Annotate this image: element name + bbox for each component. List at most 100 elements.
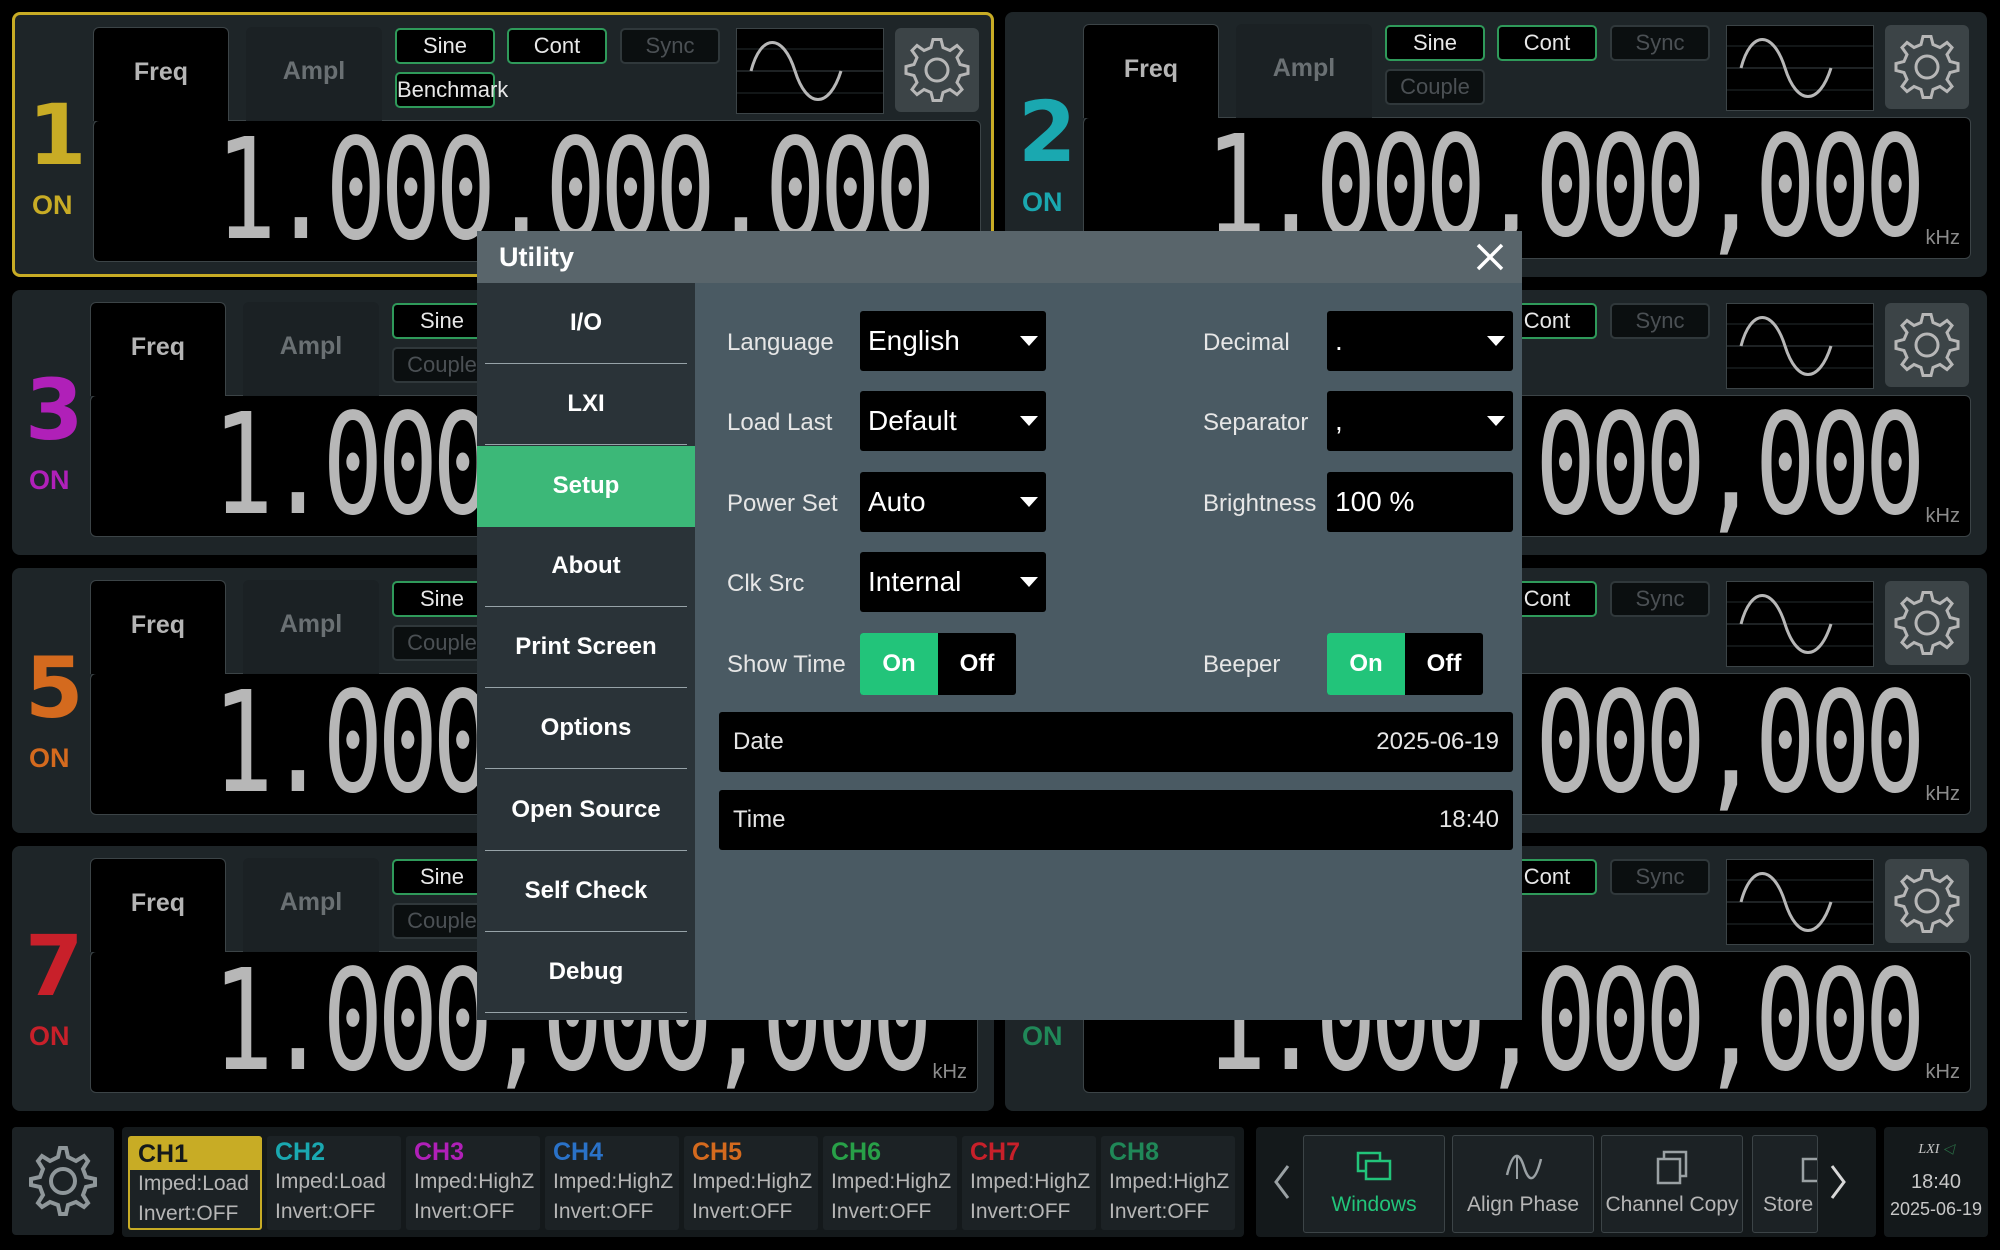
brightness-label: Brightness: [1203, 490, 1317, 517]
language-dropdown[interactable]: English: [860, 311, 1046, 371]
menu-item-self-check[interactable]: Self Check: [485, 851, 687, 932]
channel-status-chip-7[interactable]: CH7 Imped:HighZ Invert:OFF: [962, 1136, 1096, 1230]
align-phase-button[interactable]: Align Phase: [1452, 1135, 1594, 1233]
store-button[interactable]: Store: [1752, 1135, 1818, 1233]
dialog-title: Utility: [499, 242, 575, 272]
channel-status-chip-1[interactable]: CH1 Imped:Load Invert:OFF: [128, 1136, 262, 1230]
wave-type-button[interactable]: Sine: [395, 28, 495, 64]
chip-impedance: Imped:Load: [275, 1170, 386, 1193]
chip-invert: Invert:OFF: [970, 1200, 1071, 1223]
date-field[interactable]: Date 2025-06-19: [719, 712, 1513, 772]
menu-item-about[interactable]: About: [485, 526, 687, 607]
channel-settings-gear-icon[interactable]: [895, 28, 979, 112]
sync-button[interactable]: Sync: [1610, 25, 1710, 61]
windows-button[interactable]: Windows: [1303, 1135, 1445, 1233]
channel-copy-button[interactable]: Channel Copy: [1601, 1135, 1743, 1233]
sine-wave-icon: [1726, 859, 1874, 945]
dropdown-arrow-icon: [1487, 416, 1505, 426]
channel-state[interactable]: ON: [1022, 187, 1063, 218]
tab-freq[interactable]: Freq: [93, 27, 229, 121]
show-time-off[interactable]: Off: [938, 633, 1016, 695]
store-label: Store: [1763, 1193, 1814, 1216]
chip-channel-name: CH3: [414, 1138, 465, 1166]
channel-settings-gear-icon[interactable]: [1885, 303, 1969, 387]
menu-item-debug[interactable]: Debug: [485, 932, 687, 1013]
tab-freq[interactable]: Freq: [90, 302, 226, 396]
windows-label: Windows: [1331, 1193, 1417, 1216]
channel-status-chip-6[interactable]: CH6 Imped:HighZ Invert:OFF: [823, 1136, 957, 1230]
menu-item-lxi[interactable]: LXI: [485, 364, 687, 445]
tab-ampl[interactable]: Ampl: [243, 302, 379, 396]
tab-ampl[interactable]: Ampl: [1236, 24, 1372, 118]
scroll-left-icon[interactable]: [1270, 1160, 1294, 1204]
power-set-dropdown[interactable]: Auto: [860, 472, 1046, 532]
sync-button[interactable]: Sync: [620, 28, 720, 64]
channel-settings-gear-icon[interactable]: [1885, 859, 1969, 943]
chip-invert: Invert:OFF: [414, 1200, 515, 1223]
menu-item-open-source[interactable]: Open Source: [485, 770, 687, 851]
channel-number: 5: [25, 639, 84, 737]
utility-dialog: Utility I/O LXI Setup About Print Screen…: [477, 231, 1522, 1020]
speaker-icon: ◁: [1942, 1142, 1954, 1157]
load-last-dropdown[interactable]: Default: [860, 391, 1046, 451]
channel-settings-gear-icon[interactable]: [1885, 25, 1969, 109]
mode-button[interactable]: Cont: [507, 28, 607, 64]
tab-freq[interactable]: Freq: [90, 858, 226, 952]
channel-number: 1: [28, 86, 87, 184]
beeper-label: Beeper: [1203, 651, 1281, 678]
sync-button[interactable]: Sync: [1610, 859, 1710, 895]
channel-state[interactable]: ON: [29, 743, 70, 774]
chip-invert: Invert:OFF: [831, 1200, 932, 1223]
beeper-off[interactable]: Off: [1405, 633, 1483, 695]
channel-state[interactable]: ON: [32, 190, 73, 221]
menu-item-options[interactable]: Options: [485, 688, 687, 769]
channel-status-chip-8[interactable]: CH8 Imped:HighZ Invert:OFF: [1101, 1136, 1235, 1230]
dropdown-arrow-icon: [1020, 336, 1038, 346]
decimal-dropdown[interactable]: .: [1327, 311, 1513, 371]
channel-settings-gear-icon[interactable]: [1885, 581, 1969, 665]
brightness-value: 100 %: [1335, 486, 1415, 517]
show-time-on[interactable]: On: [860, 633, 938, 695]
dropdown-arrow-icon: [1487, 336, 1505, 346]
brightness-input[interactable]: 100 %: [1327, 472, 1513, 532]
clk-src-dropdown[interactable]: Internal: [860, 552, 1046, 612]
sync-button[interactable]: Sync: [1610, 303, 1710, 339]
chip-invert: Invert:OFF: [1109, 1200, 1210, 1223]
mode-button[interactable]: Cont: [1497, 25, 1597, 61]
close-icon[interactable]: [1472, 239, 1508, 275]
chip-channel-name: CH2: [275, 1138, 326, 1166]
clk-src-label: Clk Src: [727, 570, 805, 597]
channel-copy-label: Channel Copy: [1605, 1193, 1739, 1216]
benchmark-button[interactable]: Benchmark: [395, 72, 508, 108]
separator-dropdown[interactable]: ,: [1327, 391, 1513, 451]
channel-state[interactable]: ON: [1022, 1021, 1063, 1052]
chip-impedance: Imped:HighZ: [831, 1170, 952, 1193]
frequency-unit: kHz: [1925, 227, 1960, 249]
language-value: English: [868, 325, 960, 356]
menu-item-io[interactable]: I/O: [485, 283, 687, 364]
channel-state[interactable]: ON: [29, 465, 70, 496]
channel-status-chip-5[interactable]: CH5 Imped:HighZ Invert:OFF: [684, 1136, 818, 1230]
tab-ampl[interactable]: Ampl: [243, 580, 379, 674]
tab-freq[interactable]: Freq: [1083, 24, 1219, 118]
tab-ampl[interactable]: Ampl: [243, 858, 379, 952]
tab-ampl[interactable]: Ampl: [246, 27, 382, 121]
channel-status-chip-3[interactable]: CH3 Imped:HighZ Invert:OFF: [406, 1136, 540, 1230]
time-field[interactable]: Time 18:40: [719, 790, 1513, 850]
channel-status-chip-2[interactable]: CH2 Imped:Load Invert:OFF: [267, 1136, 401, 1230]
decimal-value: .: [1335, 325, 1343, 356]
wave-type-button[interactable]: Sine: [1385, 25, 1485, 61]
power-set-label: Power Set: [727, 490, 838, 517]
frequency-unit: kHz: [1925, 1061, 1960, 1083]
channel-state[interactable]: ON: [29, 1021, 70, 1052]
scroll-right-icon[interactable]: [1826, 1160, 1850, 1204]
tab-freq[interactable]: Freq: [90, 580, 226, 674]
menu-item-print-screen[interactable]: Print Screen: [485, 607, 687, 688]
sync-button[interactable]: Sync: [1610, 581, 1710, 617]
channel-status-chip-4[interactable]: CH4 Imped:HighZ Invert:OFF: [545, 1136, 679, 1230]
beeper-on[interactable]: On: [1327, 633, 1405, 695]
menu-item-setup[interactable]: Setup: [477, 446, 695, 527]
utility-button[interactable]: [12, 1127, 114, 1235]
store-icon: [1801, 1157, 1817, 1183]
couple-button[interactable]: Couple: [1385, 69, 1485, 105]
